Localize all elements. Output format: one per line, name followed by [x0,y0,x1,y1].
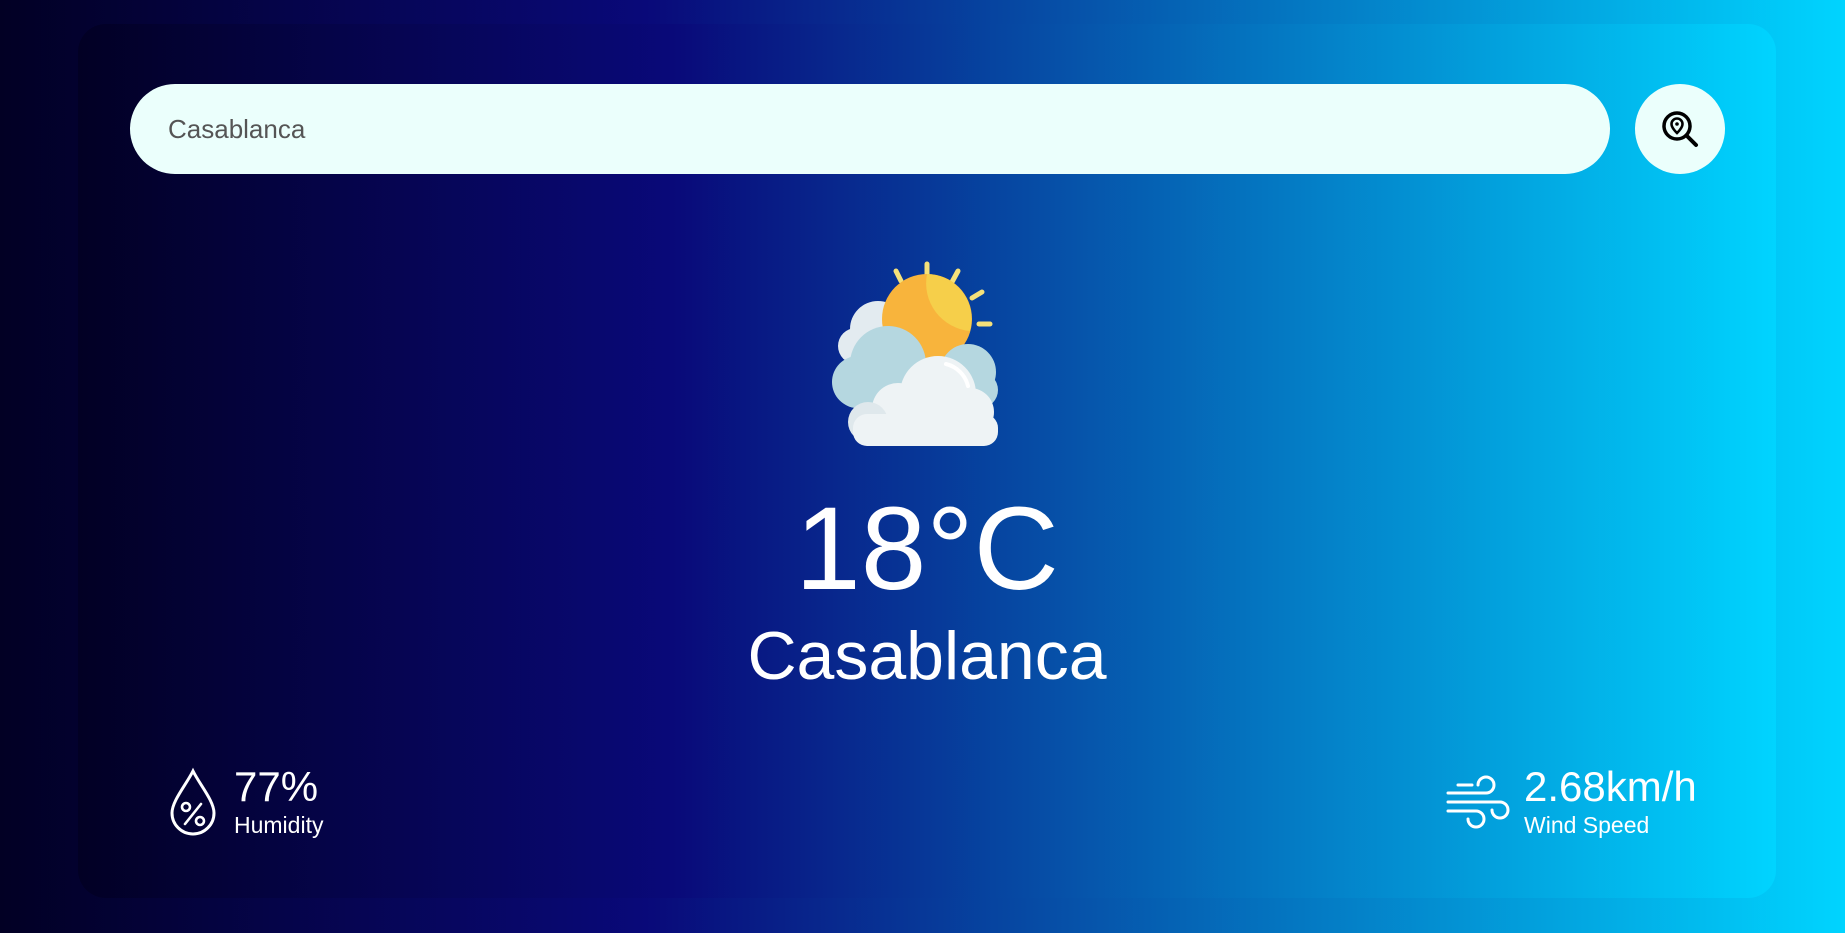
partly-cloudy-icon [832,261,998,446]
temperature: 18°C [795,483,1059,615]
weather-card: 18°C Casablanca 77% Humidity [78,24,1776,898]
wind-icon [1446,775,1510,828]
search-input[interactable] [130,84,1610,174]
humidity-label: Humidity [234,812,324,838]
city-name: Casablanca [747,618,1107,694]
humidity-text: 77% Humidity [234,766,323,837]
search-location-icon [1662,111,1698,147]
wind-icon-wrapper [1446,771,1510,833]
humidity-stat: 77% Humidity [166,766,323,837]
humidity-value: 77% [234,763,319,810]
wind-stat: 2.68km/h Wind Speed [1446,766,1697,837]
wind-label: Wind Speed [1524,812,1650,838]
wind-text: 2.68km/h Wind Speed [1524,766,1697,837]
search-button[interactable] [1635,84,1725,174]
weather-icon-wrapper [818,254,1038,464]
humidity-icon-wrapper [166,767,220,837]
humidity-drop-icon [170,767,216,835]
wind-value: 2.68km/h [1524,763,1697,810]
